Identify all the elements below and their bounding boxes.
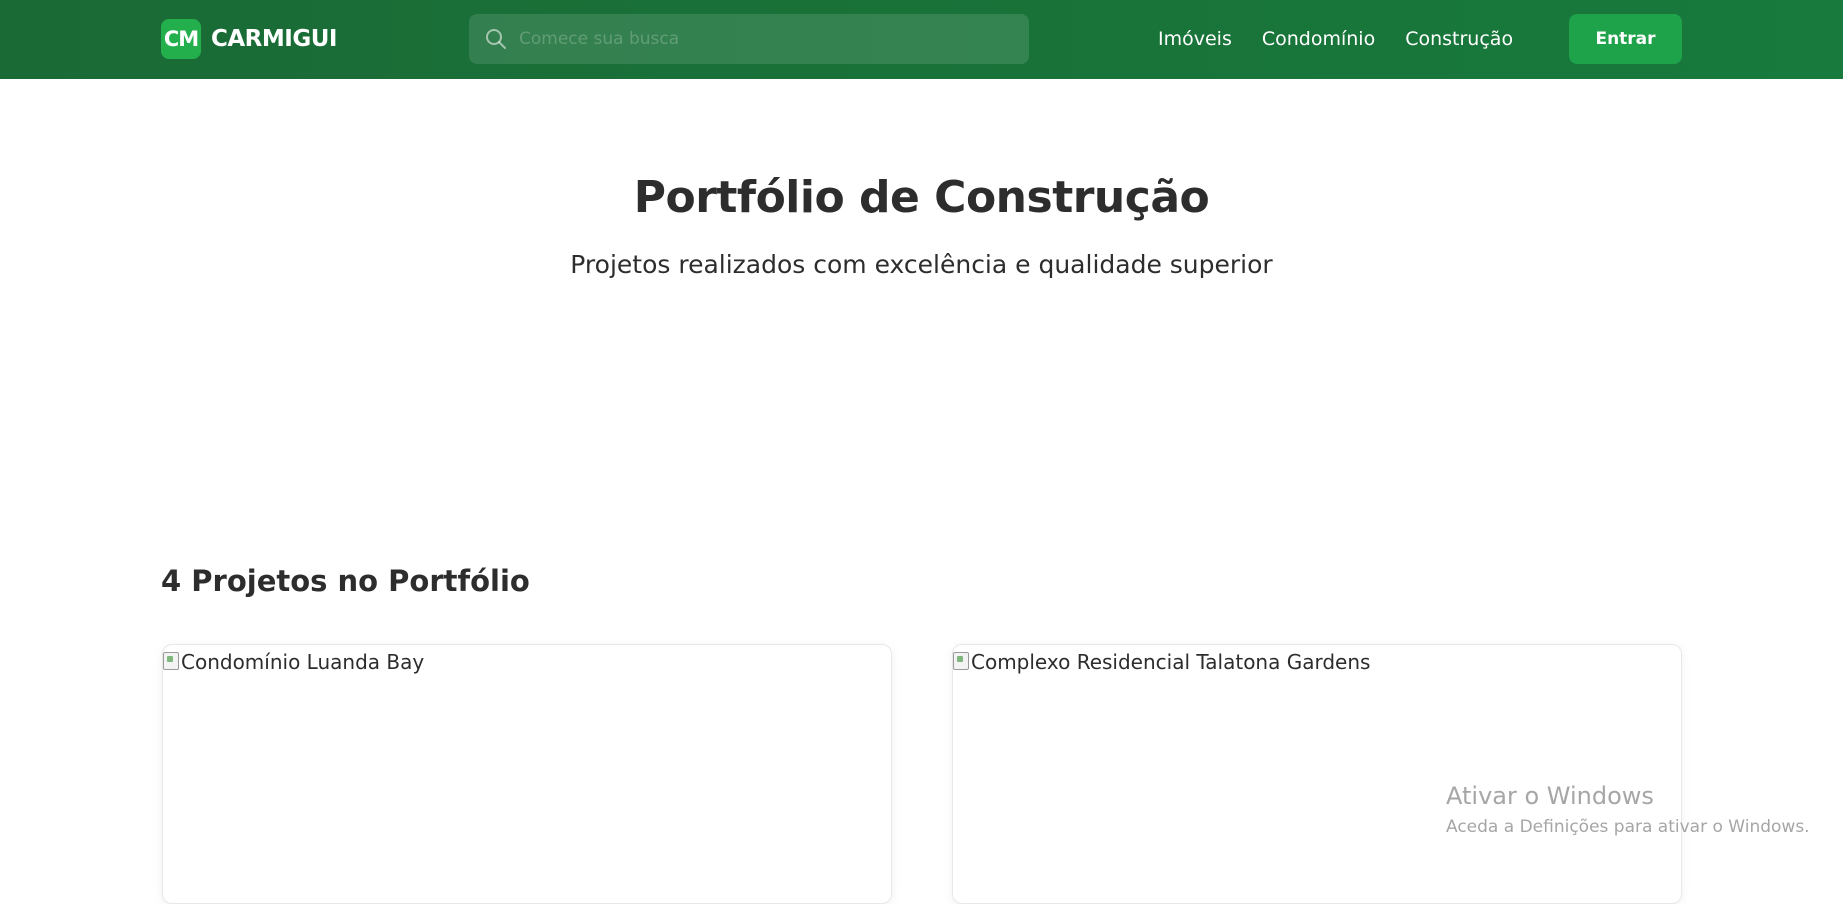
page-title: Portfólio de Construção: [633, 172, 1210, 223]
project-image: Condomínio Luanda Bay: [163, 645, 891, 674]
project-image: Complexo Residencial Talatona Gardens: [953, 645, 1681, 674]
search-input[interactable]: [519, 19, 999, 59]
project-image-alt: Complexo Residencial Talatona Gardens: [971, 650, 1371, 674]
search-bar[interactable]: [469, 14, 1029, 64]
project-card[interactable]: Condomínio Luanda Bay: [162, 644, 892, 904]
windows-activation-watermark: Ativar o Windows Aceda a Definições para…: [1446, 780, 1810, 840]
watermark-subtitle: Aceda a Definições para ativar o Windows…: [1446, 817, 1810, 837]
project-image-alt: Condomínio Luanda Bay: [181, 650, 425, 674]
page-subtitle: Projetos realizados com excelência e qua…: [570, 250, 1273, 279]
search-icon: [486, 29, 506, 49]
nav-link-construcao[interactable]: Construção: [1405, 25, 1513, 53]
broken-image-icon: [953, 652, 969, 670]
top-navbar: CM CARMIGUI Imóveis Condomínio Construçã…: [0, 0, 1843, 79]
watermark-title: Ativar o Windows: [1446, 782, 1654, 810]
logo-text: CARMIGUI: [211, 26, 337, 52]
broken-image-icon: [163, 652, 179, 670]
logo-badge: CM: [161, 19, 201, 59]
portfolio-count-heading: 4 Projetos no Portfólio: [161, 564, 530, 598]
site-logo[interactable]: CM CARMIGUI: [161, 19, 337, 59]
project-card[interactable]: Complexo Residencial Talatona Gardens: [952, 644, 1682, 904]
nav-link-condominio[interactable]: Condomínio: [1262, 25, 1375, 53]
nav-link-imoveis[interactable]: Imóveis: [1158, 25, 1232, 53]
login-button[interactable]: Entrar: [1569, 14, 1682, 64]
main-nav: Imóveis Condomínio Construção: [1158, 25, 1513, 53]
